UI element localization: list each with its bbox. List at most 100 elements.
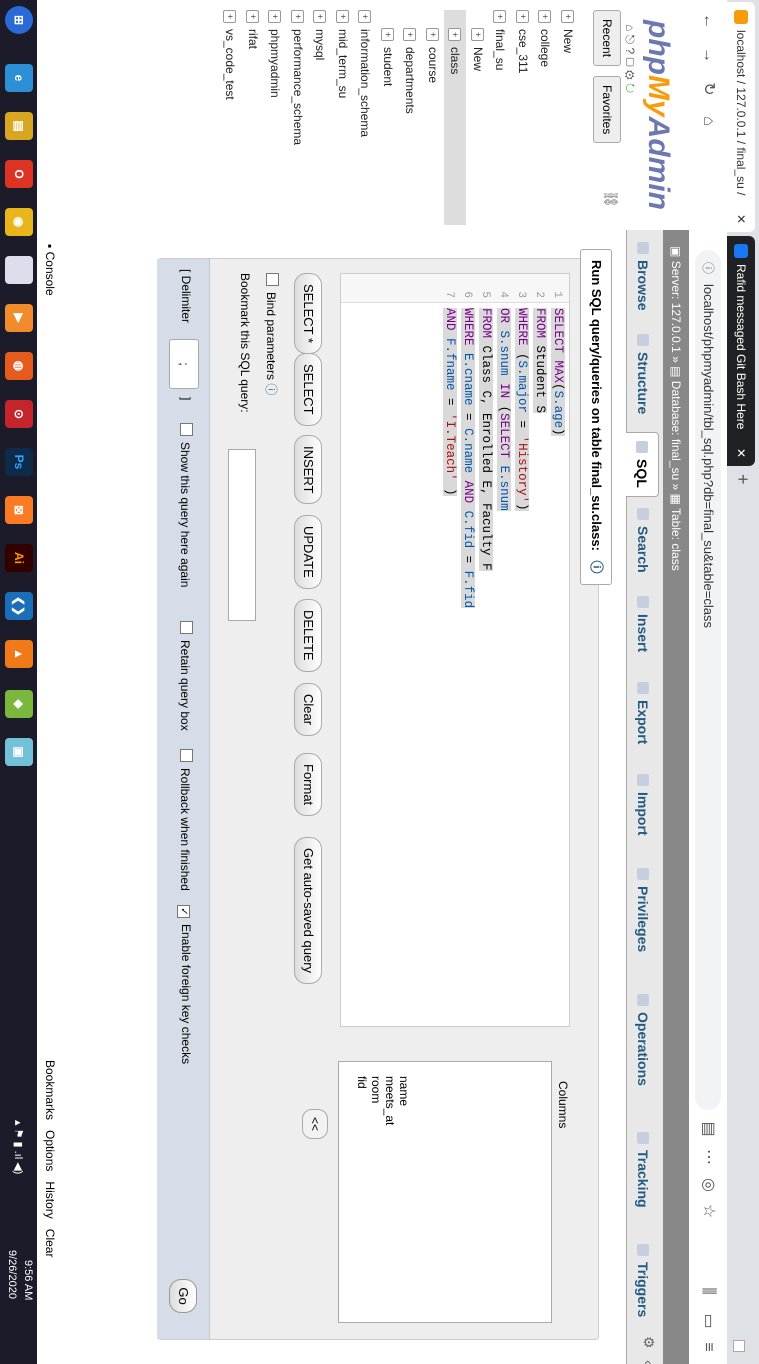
media-icon[interactable]: ▶ <box>5 304 33 332</box>
column-option[interactable]: meets_at <box>383 1076 397 1125</box>
page-settings-icon[interactable] <box>733 1340 745 1352</box>
expand-icon[interactable]: + <box>358 10 372 23</box>
retain-option[interactable]: Retain query box <box>178 621 193 731</box>
show-again-checkbox[interactable] <box>180 423 193 436</box>
tab-phpmyadmin[interactable]: localhost / 127.0.0.1 / final_su / ✕ <box>727 2 755 232</box>
rollback-option[interactable]: Rollback when finished <box>178 749 193 891</box>
expand-icon[interactable]: + <box>538 10 552 23</box>
help-icon[interactable]: ⓘ <box>589 561 604 574</box>
tree-item[interactable]: + mysql <box>309 10 332 225</box>
forward-icon[interactable]: → <box>697 44 719 66</box>
insert-button[interactable]: INSERT <box>294 435 322 505</box>
settings-icon[interactable]: ⚙ <box>623 70 637 80</box>
console-history[interactable]: History <box>43 1181 57 1218</box>
foreign-checkbox[interactable]: ✓ <box>177 905 190 918</box>
help-icon[interactable]: ? <box>623 47 637 54</box>
tab-browse[interactable]: Browse <box>627 234 659 319</box>
expand-icon[interactable]: + <box>493 10 507 23</box>
console-bar[interactable]: ▪ Console <box>37 230 63 544</box>
bind-params-checkbox[interactable] <box>266 273 279 286</box>
pma-logo[interactable]: phpMyAdmin <box>641 20 675 210</box>
expand-icon[interactable]: + <box>425 28 439 41</box>
expand-icon[interactable]: + <box>335 10 349 23</box>
url-input[interactable]: ⓘ localhost/phpmyadmin/tbl_sql.php?db=fi… <box>695 250 721 1110</box>
git-icon[interactable]: ◆ <box>5 690 33 718</box>
rollback-checkbox[interactable] <box>180 749 193 762</box>
record-icon[interactable]: ⊙ <box>5 400 33 428</box>
vlc-icon[interactable]: ▲ <box>5 640 33 668</box>
tree-item[interactable]: + New <box>557 10 580 225</box>
firefox-icon[interactable]: ◍ <box>5 352 33 380</box>
column-option[interactable]: name <box>397 1076 411 1106</box>
reader-icon[interactable]: ▤ <box>697 1118 719 1140</box>
sql-editor[interactable]: 1234567 SELECT MAX(S.age) FROM Student S W… <box>340 273 570 1027</box>
chrome-icon[interactable]: ◉ <box>5 208 33 236</box>
docs-icon[interactable]: ▢ <box>623 57 637 66</box>
tree-item[interactable]: + student <box>377 10 400 225</box>
breadcrumb-server[interactable]: Server: 127.0.0.1 <box>669 261 683 353</box>
expand-icon[interactable]: + <box>268 10 282 23</box>
tree-item[interactable]: + final_su <box>489 10 512 225</box>
expand-icon[interactable]: + <box>380 28 394 41</box>
ie-icon[interactable]: e <box>5 64 33 92</box>
format-button[interactable]: Format <box>294 753 322 817</box>
bind-params[interactable]: Bind parameters ⓘ <box>263 273 280 395</box>
console-bookmarks[interactable]: Bookmarks <box>43 1060 57 1120</box>
recent-button[interactable]: Recent <box>593 10 621 67</box>
gear-icon[interactable]: ⚙ <box>640 1336 657 1349</box>
tree-item[interactable]: + rifat <box>242 10 265 225</box>
library-icon[interactable]: ⫼ <box>697 1280 719 1302</box>
expand-icon[interactable]: + <box>515 10 529 23</box>
expand-icon[interactable]: + <box>223 10 237 23</box>
tab-import[interactable]: Import <box>627 766 659 844</box>
code-line[interactable]: FROM Student S <box>533 308 547 414</box>
reload-icon[interactable]: ↻ <box>623 83 637 93</box>
expand-icon[interactable]: + <box>448 28 462 41</box>
breadcrumb-db[interactable]: Database: final_su <box>669 381 683 480</box>
star-icon[interactable]: ☆ <box>697 1200 719 1222</box>
expand-icon[interactable]: + <box>470 28 484 41</box>
reload-icon[interactable]: ↻ <box>697 78 719 100</box>
clear-button[interactable]: Clear <box>294 683 322 737</box>
expand-icon[interactable]: + <box>560 10 574 23</box>
tree-item[interactable]: + phpmyadmin <box>264 10 287 225</box>
foreign-option[interactable]: ✓ Enable foreign key checks <box>177 905 193 1064</box>
notepad-icon[interactable] <box>5 256 33 284</box>
menu-icon[interactable]: ≡ <box>697 1336 719 1358</box>
insert-column-button[interactable]: << <box>302 1109 328 1139</box>
back-icon[interactable]: ← <box>697 10 719 32</box>
tree-item[interactable]: + class <box>444 10 467 225</box>
show-again-option[interactable]: Show this query here again <box>178 423 193 587</box>
sidebar-icon[interactable]: ▭ <box>697 1310 719 1332</box>
tree-item[interactable]: + departments <box>399 10 422 225</box>
select-button[interactable]: SELECT <box>294 353 322 426</box>
delimiter-input[interactable]: ; <box>169 339 199 389</box>
tab-insert[interactable]: Insert <box>627 588 659 660</box>
tree-item[interactable]: + New <box>467 10 490 225</box>
vscode-icon[interactable]: ❮❯ <box>5 592 33 620</box>
tree-item[interactable]: + college <box>534 10 557 225</box>
expand-icon[interactable]: + <box>313 10 327 23</box>
file-explorer-icon[interactable]: ▤ <box>5 112 33 140</box>
home-icon[interactable]: ⌂ <box>697 110 719 132</box>
help-icon[interactable]: ⓘ <box>264 383 278 395</box>
favorites-button[interactable]: Favorites <box>593 76 621 144</box>
tree-item[interactable]: + mid_term_su <box>332 10 355 225</box>
code-line[interactable]: OR S.snum IN (SELECT E.snum <box>497 308 511 511</box>
tab-operations[interactable]: Operations <box>627 986 659 1094</box>
columns-list[interactable]: name meets_at room fid <box>338 1061 552 1323</box>
tab-export[interactable]: Export <box>627 674 659 752</box>
close-icon[interactable]: ✕ <box>734 214 748 224</box>
delete-button[interactable]: DELETE <box>294 599 322 672</box>
collapse-icon[interactable]: « <box>641 1360 657 1364</box>
photoshop-icon[interactable]: Ps <box>5 448 33 476</box>
code-line[interactable]: FROM Class C, Enrolled E, Faculty F <box>479 308 493 571</box>
expand-icon[interactable]: + <box>245 10 259 23</box>
select-all-button[interactable]: SELECT * <box>294 273 322 355</box>
tree-item[interactable]: + vs_code_test <box>219 10 242 225</box>
more-icon[interactable]: ⋯ <box>697 1146 719 1168</box>
get-autosaved-button[interactable]: Get auto-saved query <box>294 837 322 985</box>
tree-item[interactable]: + performance_schema <box>287 10 310 225</box>
tab-tracking[interactable]: Tracking <box>627 1124 659 1216</box>
console-options[interactable]: Options <box>43 1130 57 1171</box>
